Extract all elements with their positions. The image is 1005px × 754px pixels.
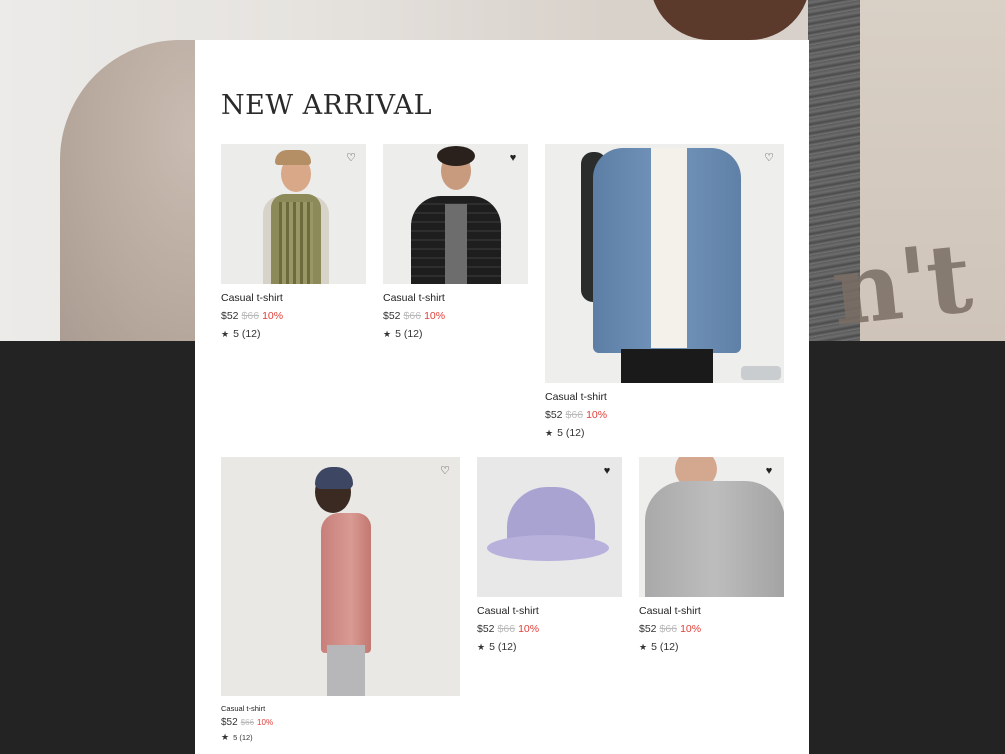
product-card[interactable]: ♡ Casual t-shirt $52 $66 10% ★ 5 (12)	[221, 457, 460, 743]
wishlist-heart-icon[interactable]: ♡	[345, 152, 357, 164]
rating-value: 5 (12)	[651, 641, 679, 653]
product-old-price: $66	[403, 310, 422, 322]
price-row: $52 $66 10%	[221, 717, 460, 728]
price-row: $52 $66 10%	[383, 310, 528, 322]
rating-value: 5 (12)	[233, 328, 261, 340]
product-rating: ★ 5 (12)	[221, 328, 366, 340]
product-rating: ★ 5 (12)	[383, 328, 528, 340]
star-icon: ★	[383, 329, 392, 339]
wishlist-heart-icon[interactable]: ♥	[763, 465, 775, 477]
wishlist-heart-icon[interactable]: ♥	[601, 465, 613, 477]
section-title: NEW ARRIVAL	[221, 90, 433, 121]
product-price: $52	[221, 717, 238, 728]
hero-neck-shape	[650, 0, 810, 40]
product-old-price: $66	[497, 623, 516, 635]
product-image[interactable]: ♥	[383, 144, 528, 284]
product-price: $52	[545, 409, 563, 421]
star-icon: ★	[545, 428, 554, 438]
product-name[interactable]: Casual t-shirt	[639, 605, 784, 617]
product-image[interactable]: ♥	[477, 457, 622, 597]
product-rating: ★ 5 (12)	[639, 641, 784, 653]
star-icon: ★	[221, 732, 230, 742]
product-name[interactable]: Casual t-shirt	[383, 292, 528, 304]
wishlist-heart-icon[interactable]: ♥	[507, 152, 519, 164]
product-name[interactable]: Casual t-shirt	[477, 605, 622, 617]
product-name[interactable]: Casual t-shirt	[545, 391, 784, 403]
new-arrival-panel: NEW ARRIVAL ♡ Casual t-shirt $52 $66 10% ★…	[195, 40, 809, 754]
product-discount: 10%	[262, 310, 284, 322]
rating-value: 5 (12)	[489, 641, 517, 653]
product-image[interactable]: ♡	[221, 457, 460, 696]
product-card[interactable]: ♥ Casual t-shirt $52 $66 10% ★ 5 (12)	[477, 457, 622, 653]
product-discount: 10%	[586, 409, 608, 421]
product-old-price: $66	[241, 310, 260, 322]
wishlist-heart-icon[interactable]: ♡	[439, 465, 451, 477]
product-card[interactable]: ♡ Casual t-shirt $52 $66 10% ★ 5 (12)	[221, 144, 366, 340]
product-price: $52	[383, 310, 401, 322]
product-old-price: $66	[240, 718, 255, 727]
price-row: $52 $66 10%	[221, 310, 366, 322]
star-icon: ★	[221, 329, 230, 339]
product-image[interactable]: ♥	[639, 457, 784, 597]
wishlist-heart-icon[interactable]: ♡	[763, 152, 775, 164]
product-price: $52	[477, 623, 495, 635]
product-old-price: $66	[659, 623, 678, 635]
product-price: $52	[639, 623, 657, 635]
product-rating: ★ 5 (12)	[221, 732, 460, 743]
product-discount: 10%	[424, 310, 446, 322]
product-card[interactable]: ♡ Casual t-shirt $52 $66 10% ★ 5 (12)	[545, 144, 784, 439]
product-image[interactable]: ♡	[545, 144, 784, 383]
product-discount: 10%	[257, 718, 274, 727]
product-price: $52	[221, 310, 239, 322]
product-card[interactable]: ♥ Casual t-shirt $52 $66 10% ★ 5 (12)	[383, 144, 528, 340]
rating-value: 5 (12)	[557, 427, 585, 439]
hero-shirt-print-graphic: n't	[826, 221, 976, 341]
price-row: $52 $66 10%	[545, 409, 784, 421]
price-row: $52 $66 10%	[639, 623, 784, 635]
product-card[interactable]: ♥ Casual t-shirt $52 $66 10% ★ 5 (12)	[639, 457, 784, 653]
product-old-price: $66	[565, 409, 584, 421]
product-discount: 10%	[680, 623, 702, 635]
rating-value: 5 (12)	[233, 733, 253, 742]
star-icon: ★	[639, 642, 648, 652]
product-rating: ★ 5 (12)	[545, 427, 784, 439]
product-name[interactable]: Casual t-shirt	[221, 704, 460, 713]
rating-value: 5 (12)	[395, 328, 423, 340]
product-name[interactable]: Casual t-shirt	[221, 292, 366, 304]
price-row: $52 $66 10%	[477, 623, 622, 635]
star-icon: ★	[477, 642, 486, 652]
product-image[interactable]: ♡	[221, 144, 366, 284]
product-rating: ★ 5 (12)	[477, 641, 622, 653]
product-discount: 10%	[518, 623, 540, 635]
